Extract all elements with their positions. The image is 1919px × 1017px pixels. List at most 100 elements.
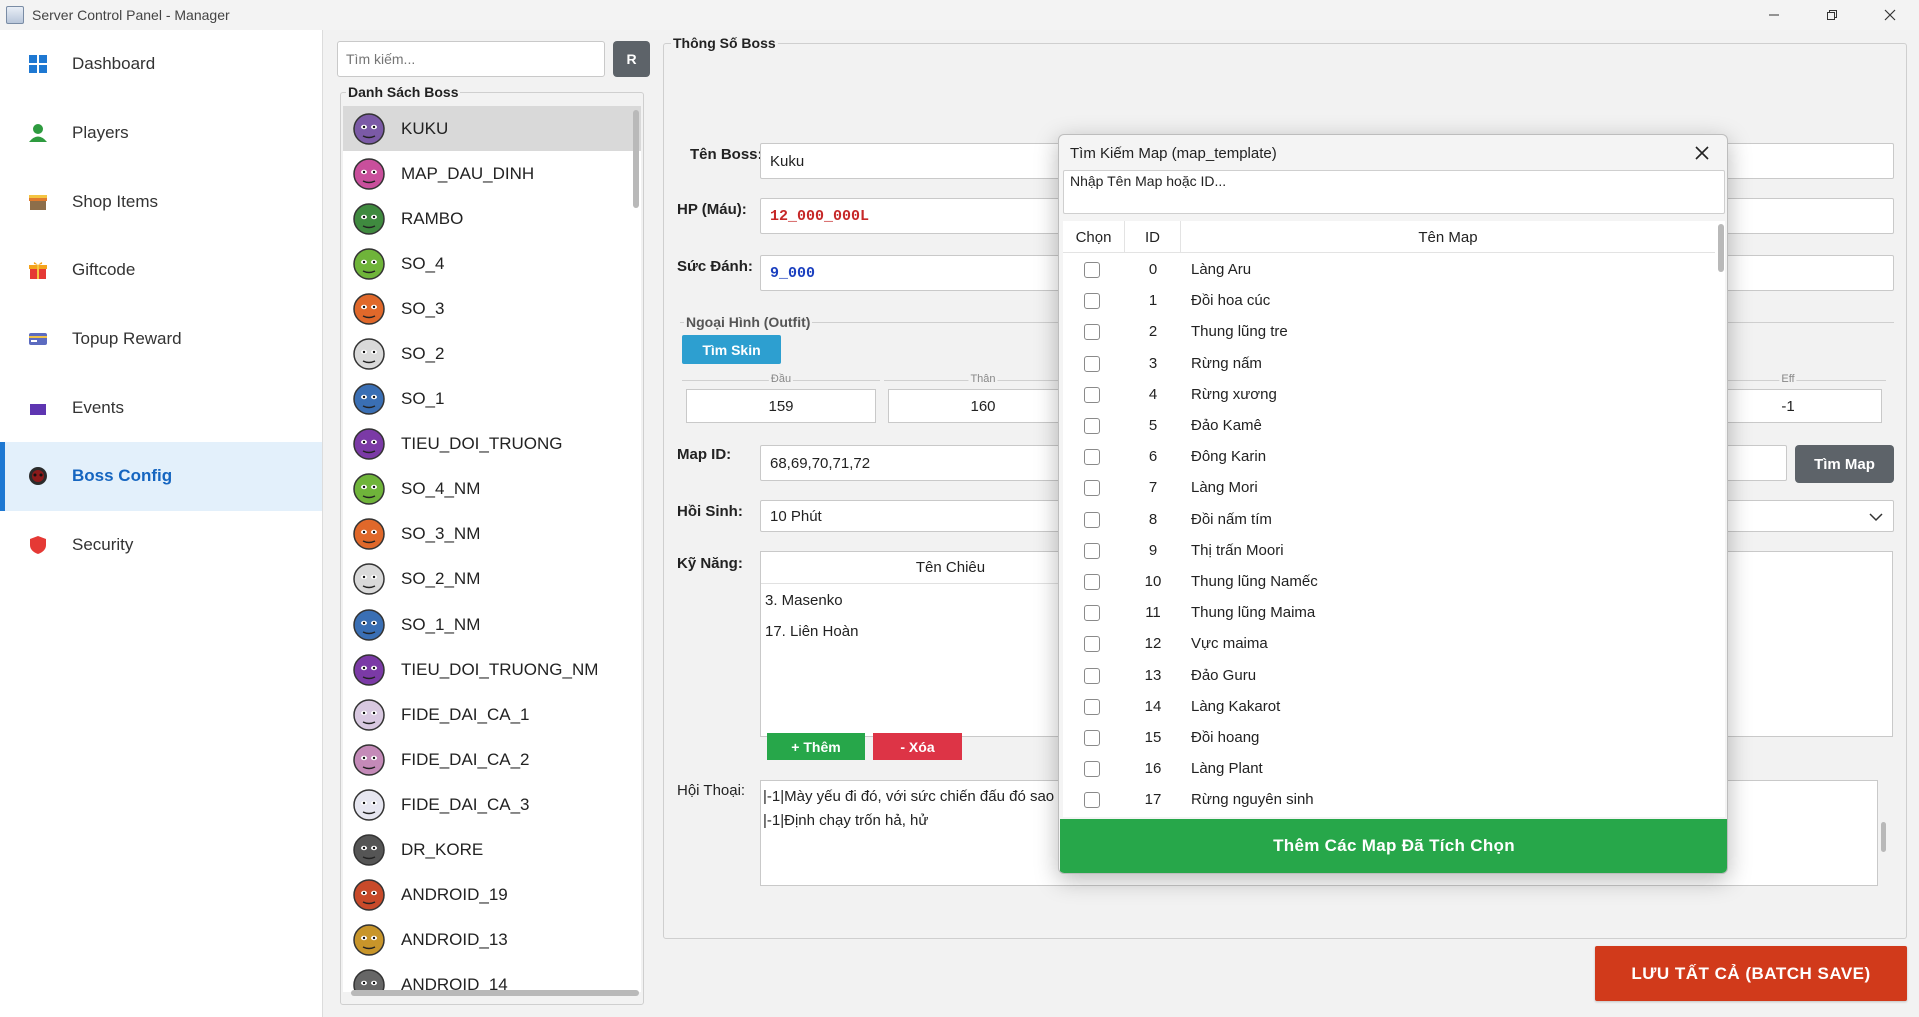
map-table-scrollbar[interactable] [1718,224,1724,272]
boss-list-item[interactable]: FIDE_DAI_CA_2 [343,737,641,782]
map-table-row[interactable]: 15 Đồi hoang [1063,722,1715,753]
map-select-checkbox[interactable] [1084,511,1100,528]
boss-list-item[interactable]: TIEU_DOI_TRUONG_NM [343,647,641,692]
sidebar-item-topup-reward[interactable]: Topup Reward [0,305,322,374]
sidebar-item-events[interactable]: Events [0,373,322,442]
boss-list-item[interactable]: ANDROID_19 [343,873,641,918]
batch-save-button[interactable]: LƯU TẤT CẢ (BATCH SAVE) [1595,946,1907,1001]
dialog-scrollbar[interactable] [1881,822,1886,852]
outfit-head-value: 159 [768,397,794,415]
map-table-row[interactable]: 1 Đồi hoa cúc [1063,285,1715,316]
map-select-checkbox[interactable] [1084,574,1100,590]
skill-row[interactable]: 3. Masenko [765,592,843,609]
delete-skill-button[interactable]: - Xóa [873,733,962,760]
boss-list-item[interactable]: SO_1_NM [343,602,641,647]
map-table-row[interactable]: 17 Rừng nguyên sinh [1063,784,1715,815]
map-select-checkbox[interactable] [1084,636,1100,653]
boss-list-item[interactable]: SO_3 [343,286,641,331]
map-table-row[interactable]: 10 Thung lũng Namếc [1063,566,1715,597]
refresh-button[interactable]: R [613,41,650,77]
map-table-row[interactable]: 0 Làng Aru [1063,254,1715,285]
boss-list-item[interactable]: SO_3_NM [343,512,641,557]
skill-row[interactable]: 17. Liên Hoàn [765,623,858,640]
boss-name: KUKU [401,118,449,138]
map-table-row[interactable]: 3 Rừng nấm [1063,348,1715,379]
map-name: Thung lũng tre [1191,323,1288,341]
boss-name: TIEU_DOI_TRUONG_NM [401,659,599,679]
add-skill-button[interactable]: + Thêm [767,733,865,760]
boss-name: SO_1_NM [401,614,481,634]
boss-list-item[interactable]: FIDE_DAI_CA_3 [343,782,641,827]
map-select-checkbox[interactable] [1084,698,1100,715]
boss-list-horizontal-scrollbar[interactable] [351,990,639,996]
boss-search-input[interactable] [337,41,605,77]
col-name-header[interactable]: Tên Map [1181,221,1715,253]
map-table-row[interactable]: 6 Đông Karin [1063,441,1715,472]
boss-list: KUKU MAP_DAU_DINH RAMBO SO_4 SO_3 SO_2 S… [343,106,641,992]
map-select-checkbox[interactable] [1084,293,1100,310]
map-dialog-close-button[interactable] [1691,142,1713,164]
damage-value: 9_000 [770,264,816,282]
boss-list-item[interactable]: SO_4_NM [343,467,641,512]
window-title: Server Control Panel - Manager [32,7,230,23]
boss-list-item[interactable]: SO_2 [343,331,641,376]
find-map-button[interactable]: Tìm Map [1795,445,1894,483]
map-select-checkbox[interactable] [1084,324,1100,341]
map-select-checkbox[interactable] [1084,262,1100,278]
map-table-row[interactable]: 14 Làng Kakarot [1063,691,1715,722]
boss-avatar-icon [353,608,385,641]
map-select-checkbox[interactable] [1084,667,1100,684]
sidebar-item-shop-items[interactable]: Shop Items [0,167,322,236]
boss-list-item[interactable]: ANDROID_13 [343,918,641,963]
map-select-checkbox[interactable] [1084,542,1100,559]
map-name: Thung lũng Namếc [1191,573,1318,590]
map-table-row[interactable]: 5 Đảo Kamê [1063,410,1715,441]
boss-list-item[interactable]: FIDE_DAI_CA_1 [343,692,641,737]
boss-name-label: Tên Boss: [690,146,763,163]
sidebar-item-security[interactable]: Security [0,511,322,580]
map-select-checkbox[interactable] [1084,792,1100,809]
outfit-body-field[interactable]: 160 [888,389,1078,423]
find-skin-button[interactable]: Tìm Skin [682,335,781,364]
map-table-row[interactable]: 8 Đồi nấm tím [1063,504,1715,535]
boss-list-item[interactable]: MAP_DAU_DINH [343,151,641,196]
map-table-row[interactable]: 9 Thị trấn Moori [1063,535,1715,566]
boss-list-item[interactable]: SO_4 [343,241,641,286]
map-table-row[interactable]: 13 Đảo Guru [1063,660,1715,691]
map-table-row[interactable]: 16 Làng Plant [1063,753,1715,784]
sidebar-item-boss-config[interactable]: Boss Config [0,442,322,511]
map-table-row[interactable]: 2 Thung lũng tre [1063,316,1715,347]
boss-list-scrollbar[interactable] [633,110,639,208]
maximize-button[interactable] [1803,0,1861,30]
map-table-row[interactable]: 4 Rừng xương [1063,379,1715,410]
boss-list-item[interactable]: TIEU_DOI_TRUONG [343,422,641,467]
map-select-checkbox[interactable] [1084,730,1100,746]
col-select-header[interactable]: Chọn [1063,221,1125,253]
boss-list-item[interactable]: KUKU [343,106,641,152]
sidebar-item-dashboard[interactable]: Dashboard [0,30,322,99]
map-table-row[interactable]: 11 Thung lũng Maima [1063,597,1715,628]
map-select-checkbox[interactable] [1084,386,1100,403]
close-window-button[interactable] [1861,0,1919,30]
boss-list-item[interactable]: DR_KORE [343,828,641,873]
sidebar-item-players[interactable]: Players [0,99,322,168]
map-select-checkbox[interactable] [1084,480,1100,497]
add-selected-maps-button[interactable]: Thêm Các Map Đã Tích Chọn [1060,819,1727,873]
map-select-checkbox[interactable] [1084,418,1100,434]
map-table-row[interactable]: 12 Vực maima [1063,628,1715,659]
sidebar-item-giftcode[interactable]: Giftcode [0,236,322,305]
boss-list-item[interactable]: SO_1 [343,377,641,422]
boss-list-item[interactable]: SO_2_NM [343,557,641,602]
col-id-header[interactable]: ID [1125,221,1181,253]
boss-list-item[interactable]: RAMBO [343,196,641,241]
map-select-checkbox[interactable] [1084,355,1100,372]
map-select-checkbox[interactable] [1084,605,1100,622]
map-name: Đảo Guru [1191,666,1257,684]
map-table-row[interactable]: 7 Làng Mori [1063,472,1715,503]
boss-list-item[interactable]: ANDROID_14 [343,963,641,992]
minimize-button[interactable] [1745,0,1803,30]
outfit-head-field[interactable]: 159 [686,389,876,423]
map-search-input[interactable] [1064,171,1724,213]
map-select-checkbox[interactable] [1084,761,1100,778]
map-select-checkbox[interactable] [1084,449,1100,466]
